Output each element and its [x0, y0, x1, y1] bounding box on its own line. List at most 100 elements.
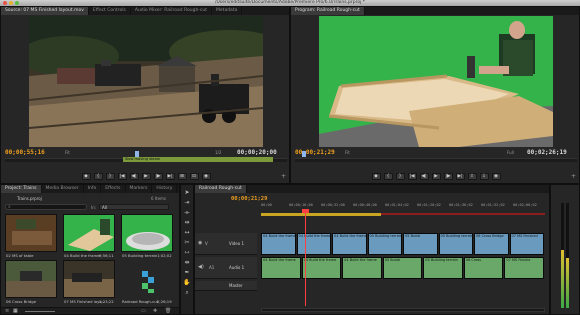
audio-clip[interactable]: 04 Build the frame [301, 257, 342, 279]
pen-tool-icon[interactable]: ✒ [183, 269, 191, 277]
source-video-frame[interactable] [29, 16, 263, 147]
master-track-header[interactable]: Master [195, 281, 257, 291]
source-resolution-select[interactable]: 1/2 [215, 150, 221, 155]
eye-icon[interactable]: ◉ [198, 240, 202, 246]
playhead-handle[interactable] [302, 209, 309, 213]
video-clip[interactable]: 04 Build the frame [296, 233, 331, 255]
speaker-icon[interactable]: ◀) [198, 264, 204, 270]
program-export-frame-button[interactable]: ◉ [491, 172, 501, 180]
new-item-icon[interactable]: ✚ [153, 308, 157, 314]
program-add-button[interactable]: + [571, 173, 576, 180]
tab-effect-controls[interactable]: Effect Controls [89, 7, 131, 15]
zoom-slider[interactable] [25, 311, 55, 312]
project-item-thumb-3[interactable] [121, 214, 173, 252]
list-view-icon[interactable]: ≡ [5, 308, 9, 314]
icon-view-icon[interactable]: ▦ [13, 308, 18, 314]
program-resolution-select[interactable]: Full [507, 150, 514, 155]
rolling-edit-tool-icon[interactable]: ⇹ [183, 219, 191, 227]
ruler-tick: 00;01;36;02 [449, 203, 473, 207]
track-select-tool-icon[interactable]: ⇥ [183, 199, 191, 207]
tab-project[interactable]: Project: Trains [1, 185, 42, 193]
selection-tool-icon[interactable]: ➤ [183, 189, 191, 197]
program-go-to-in-button[interactable]: |◀ [407, 172, 417, 180]
rate-stretch-tool-icon[interactable]: ↔ [183, 229, 191, 237]
audio-clip[interactable]: 05 Buildi [382, 257, 423, 279]
project-item-thumb-5[interactable] [63, 260, 115, 298]
new-bin-icon[interactable]: ▭ [141, 308, 146, 314]
tab-markers[interactable]: Markers [126, 185, 153, 193]
source-marker[interactable]: Slow moving steam [123, 157, 273, 162]
slip-tool-icon[interactable]: ⇿ [183, 249, 191, 257]
mark-in-button[interactable]: { [93, 172, 103, 180]
program-go-to-out-button[interactable]: ▶| [455, 172, 465, 180]
step-back-button[interactable]: ◀| [129, 172, 139, 180]
program-scrub-bar[interactable] [295, 158, 577, 162]
program-step-forward-button[interactable]: |▶ [443, 172, 453, 180]
audio-clip[interactable]: 04 Build the frame [342, 257, 382, 279]
video-track-header[interactable]: ◉ V Video 1 [195, 233, 257, 255]
tab-media-browser[interactable]: Media Browser [42, 185, 84, 193]
work-area-bar[interactable] [261, 213, 381, 216]
project-item-thumb-6[interactable] [121, 260, 173, 298]
mark-out-button[interactable]: } [105, 172, 115, 180]
video-clip[interactable]: 05 Buildi [403, 233, 438, 255]
in-filter-select[interactable]: All [99, 204, 169, 210]
video-clip[interactable]: 04 Build the frame [332, 233, 367, 255]
source-fit-select[interactable]: Fit [65, 150, 70, 155]
razor-tool-icon[interactable]: ✂ [183, 239, 191, 247]
source-playhead-icon[interactable] [135, 151, 139, 157]
extract-button[interactable]: ⇩ [479, 172, 489, 180]
playhead-line[interactable] [305, 211, 306, 306]
step-forward-button[interactable]: |▶ [153, 172, 163, 180]
audio-track-target[interactable]: A1 [209, 265, 214, 270]
video-clip[interactable]: 05 Building terrain [367, 233, 402, 255]
insert-button[interactable]: ⊞ [177, 172, 187, 180]
timeline-scrollbar[interactable] [261, 308, 545, 312]
trash-icon[interactable]: 🗑 [165, 308, 171, 314]
zoom-tool-icon[interactable]: ⌕ [183, 289, 191, 297]
source-timecode-in[interactable]: 00;00;55;16 [5, 149, 45, 156]
slide-tool-icon[interactable]: ⇼ [183, 259, 191, 267]
video-track-target[interactable]: V [205, 241, 208, 246]
add-marker-button[interactable]: ◆ [81, 172, 91, 180]
tab-source[interactable]: Source: 07 MS Finished layout.mov [1, 7, 89, 15]
program-step-back-button[interactable]: ◀| [419, 172, 429, 180]
project-item-thumb-4[interactable] [5, 260, 57, 298]
tab-metadata[interactable]: Metadata [212, 7, 243, 15]
lift-button[interactable]: ⇪ [467, 172, 477, 180]
video-clip[interactable]: 05 Building terrain [438, 233, 473, 255]
program-play-button[interactable]: ▶ [431, 172, 441, 180]
program-video-frame[interactable] [319, 16, 553, 147]
tab-audio-mixer[interactable]: Audio Mixer: Railroad Rough-cut [131, 7, 213, 15]
audio-track-header[interactable]: ◀) A1 Audio 1 [195, 257, 257, 279]
video-clip[interactable]: 06 Cross Bridge [474, 233, 509, 255]
project-item-thumb-2[interactable] [63, 214, 115, 252]
tab-history[interactable]: History [152, 185, 178, 193]
overwrite-button[interactable]: ⊡ [189, 172, 199, 180]
tab-program[interactable]: Program: Railroad Rough-cut [291, 7, 365, 15]
video-clip[interactable]: 04 Build the frame [261, 233, 296, 255]
audio-clip[interactable]: 06 Cross [463, 257, 504, 279]
go-to-out-button[interactable]: ▶| [165, 172, 175, 180]
program-add-marker-button[interactable]: ◆ [371, 172, 381, 180]
tab-sequence[interactable]: Railroad Rough-cut [195, 185, 247, 193]
hand-tool-icon[interactable]: ✋ [183, 279, 191, 287]
ripple-edit-tool-icon[interactable]: ⟛ [183, 209, 191, 217]
program-timecode-in[interactable]: 00;00;21;29 [295, 149, 335, 156]
program-mark-out-button[interactable]: } [395, 172, 405, 180]
program-playhead-icon[interactable] [302, 151, 306, 157]
project-item-thumb-1[interactable] [5, 214, 57, 252]
program-mark-in-button[interactable]: { [383, 172, 393, 180]
search-input[interactable]: ⌕ [5, 204, 87, 210]
tab-info[interactable]: Info [84, 185, 102, 193]
source-add-button[interactable]: + [281, 173, 286, 180]
tab-effects[interactable]: Effects [101, 185, 126, 193]
play-button[interactable]: ▶ [141, 172, 151, 180]
audio-clip[interactable]: 04 Build the frame [261, 257, 301, 279]
program-fit-select[interactable]: Fit [345, 150, 350, 155]
video-clip[interactable]: 07 MS Finished [509, 233, 544, 255]
audio-clip[interactable]: 05 Building terrain [423, 257, 463, 279]
go-to-in-button[interactable]: |◀ [117, 172, 127, 180]
audio-clip[interactable]: 07 MS Finishe [504, 257, 544, 279]
export-frame-button[interactable]: ◉ [201, 172, 211, 180]
